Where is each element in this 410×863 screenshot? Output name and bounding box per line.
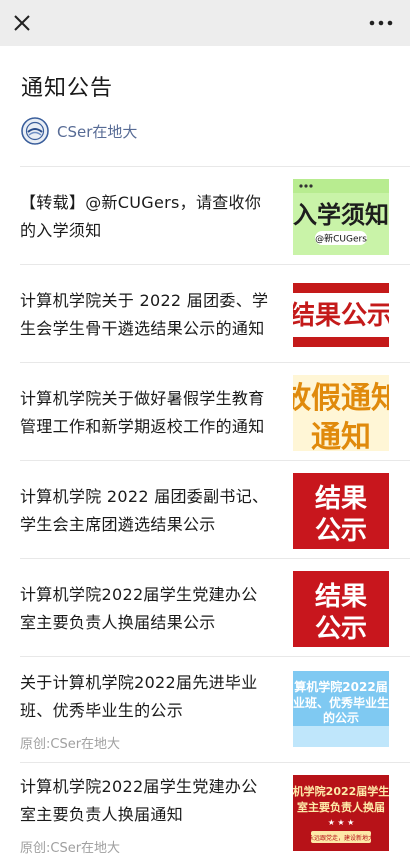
more-button[interactable] bbox=[368, 12, 394, 34]
thumb-text: 结果公示 bbox=[293, 301, 389, 331]
thumb-text: 业班、优秀毕业生 bbox=[293, 695, 389, 710]
list-item[interactable]: 计算机学院关于 2022 届团委、学 生会学生骨干遴选结果公示的通知 结果公示 bbox=[20, 264, 410, 363]
thumb-text: 算机学院2022届 bbox=[294, 679, 387, 694]
list-item[interactable]: 关于计算机学院2022届先进毕业 班、优秀毕业生的公示 原创:CSer在地大 算… bbox=[20, 656, 410, 763]
thumb-text: 室主要负责人换届 bbox=[297, 800, 385, 814]
item-meta: 原创:CSer在地大 bbox=[20, 841, 121, 856]
item-title-line: 计算机学院2022届学生党建办公 bbox=[20, 585, 258, 604]
list-item[interactable]: 计算机学院关于做好暑假学生教育 管理工作和新学期返校工作的通知 放假通知 通知 bbox=[20, 362, 410, 461]
item-title-line: 计算机学院关于做好暑假学生教育 bbox=[20, 389, 265, 408]
item-thumbnail: 结果 公示 bbox=[293, 571, 389, 647]
close-icon bbox=[14, 15, 30, 31]
thumb-text: 的公示 bbox=[323, 710, 359, 725]
thumb-subtext: @新CUGers bbox=[315, 233, 367, 245]
item-thumbnail: 结果 公示 bbox=[293, 473, 389, 549]
thumb-text: 公示 bbox=[315, 516, 367, 546]
item-thumbnail: 放假通知 通知 bbox=[293, 375, 389, 451]
item-thumbnail: 算机学院2022届 业班、优秀毕业生 的公示 bbox=[293, 671, 389, 747]
account-logo-icon bbox=[21, 117, 49, 145]
item-title-line: 学生会主席团遴选结果公示 bbox=[20, 515, 216, 534]
item-thumbnail: 机学院2022届学生 室主要负责人换届 ★ ★ ★ 永远跟党走，建设新地大 bbox=[293, 775, 389, 851]
account-row[interactable]: CSer在地大 bbox=[21, 116, 137, 146]
account-name: CSer在地大 bbox=[57, 122, 138, 141]
list-item[interactable]: 【转载】@新CUGers，请查收你 的入学须知 入学须知 @新CUGers bbox=[20, 166, 410, 265]
thumb-text: 机学院2022届学生 bbox=[293, 784, 389, 798]
item-thumbnail: 结果公示 bbox=[293, 277, 389, 353]
list-item[interactable]: 计算机学院 2022 届团委副书记、 学生会主席团遴选结果公示 结果 公示 bbox=[20, 460, 410, 559]
more-icon bbox=[369, 20, 393, 26]
thumb-text: 公示 bbox=[315, 614, 367, 644]
thumb-text: 入学须知 bbox=[293, 201, 389, 229]
svg-text:★ ★ ★: ★ ★ ★ bbox=[328, 818, 355, 827]
item-title-line: 室主要负责人换届通知 bbox=[20, 805, 184, 824]
list-item[interactable]: 计算机学院2022届学生党建办公 室主要负责人换届通知 原创:CSer在地大 机… bbox=[20, 762, 410, 863]
item-title-line: 室主要负责人换届结果公示 bbox=[20, 613, 216, 632]
svg-text:通知: 通知 bbox=[311, 420, 371, 451]
item-thumbnail: 入学须知 @新CUGers bbox=[293, 179, 389, 255]
item-title-line: 生会学生骨干遴选结果公示的通知 bbox=[20, 319, 265, 338]
thumb-text: 放假通知 bbox=[293, 381, 389, 416]
list-item[interactable]: 计算机学院2022届学生党建办公 室主要负责人换届结果公示 结果 公示 bbox=[20, 558, 410, 657]
item-title-line: 【转载】@新CUGers，请查收你 bbox=[20, 193, 262, 212]
close-button[interactable] bbox=[10, 11, 34, 35]
item-title-line: 管理工作和新学期返校工作的通知 bbox=[20, 417, 265, 436]
item-title-line: 的入学须知 bbox=[20, 221, 102, 240]
thumb-text: 结果 bbox=[315, 582, 367, 612]
item-title-line: 计算机学院关于 2022 届团委、学 bbox=[20, 291, 269, 310]
item-title-line: 计算机学院 2022 届团委副书记、 bbox=[20, 487, 269, 506]
item-title-line: 计算机学院2022届学生党建办公 bbox=[20, 777, 258, 796]
page-title: 通知公告 bbox=[21, 76, 114, 101]
thumb-text: 结果 bbox=[315, 484, 367, 514]
item-meta: 原创:CSer在地大 bbox=[20, 737, 121, 752]
thumb-text: 永远跟党走，建设新地大 bbox=[308, 834, 374, 842]
item-title-line: 班、优秀毕业生的公示 bbox=[20, 701, 184, 720]
item-title-line: 关于计算机学院2022届先进毕业 bbox=[20, 673, 258, 692]
top-bar bbox=[0, 0, 410, 46]
